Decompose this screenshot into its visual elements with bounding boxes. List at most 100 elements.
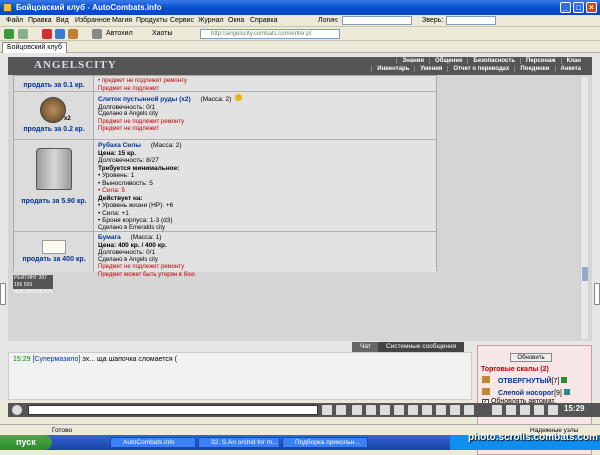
filter-icon[interactable] [352, 405, 362, 415]
item-count: x2 [64, 116, 71, 122]
rating-banner[interactable]: РЕЙТИНГ 397 156 559 mail 184 609 415 [13, 275, 53, 295]
scroll-icon[interactable] [548, 405, 558, 415]
nav-top: Знания Общение Безопасность Персонаж Кла… [396, 58, 586, 64]
sword-icon[interactable] [506, 405, 516, 415]
app-icon [3, 3, 12, 12]
chat-input[interactable] [28, 405, 318, 415]
info-icon[interactable] [235, 94, 243, 101]
menu-help[interactable]: Справка [250, 17, 277, 24]
item-price: Цена: 400 кр. / 400 кр. [98, 241, 167, 249]
sell-button[interactable]: продать за 0.1 кр. [14, 82, 94, 89]
autoheal-button[interactable]: Автохил [106, 30, 133, 37]
nav-skills[interactable]: Умения [414, 66, 447, 72]
loss-note: Предмет может быть утерян в бою [98, 271, 195, 278]
tools-icon[interactable] [92, 29, 102, 39]
tab-fight-club[interactable]: Бойцовский клуб [2, 42, 68, 53]
start-button[interactable]: пуск [0, 435, 52, 450]
game-frame: ANGELSCITY Знания Общение Безопасность П… [8, 57, 592, 341]
task-autocombats[interactable]: AutoCombats.info [110, 437, 196, 448]
login-input[interactable] [342, 16, 412, 25]
item-name[interactable]: Слиток пустынной руды (x2) [98, 96, 191, 103]
left-panel-toggle[interactable] [0, 283, 6, 305]
sell-button[interactable]: продать за 0.2 кр. [14, 126, 94, 133]
req-title: Требуется минимальное: [98, 164, 180, 172]
nav-communication[interactable]: Общение [428, 58, 467, 64]
trade-icon[interactable] [380, 405, 390, 415]
menu-edit[interactable]: Правка [28, 17, 52, 24]
tab-chat[interactable]: Чат [352, 342, 379, 352]
clear-icon[interactable] [336, 405, 346, 415]
sell-button[interactable]: продать за 5.90 кр. [14, 198, 94, 205]
nav-transfers[interactable]: Отчет о переводах [447, 66, 514, 72]
info-icon[interactable] [563, 389, 570, 395]
item-name[interactable]: Бумага [98, 234, 121, 241]
transfer-note: Предмет не подлежит [98, 126, 160, 132]
maximize-button[interactable]: □ [573, 2, 584, 13]
item-made: Сделано в Angels city [98, 256, 158, 263]
back-icon[interactable] [4, 29, 14, 39]
settings-icon[interactable] [408, 405, 418, 415]
inventory-icon[interactable] [464, 405, 474, 415]
sell-button[interactable]: продать за 400 кр. [14, 256, 94, 263]
user-level: [7] [551, 378, 560, 385]
user-name[interactable]: ОТВЕРГНУТЫЙ [498, 378, 552, 385]
menu-favorites[interactable]: Избранное [75, 17, 110, 24]
paper-icon[interactable] [42, 240, 66, 254]
shield-icon[interactable] [520, 405, 530, 415]
task-orchid[interactable]: 32. S.An orchid for m... [198, 437, 280, 448]
inventory-row: продать за 400 кр. Бумага (Масса: 1) Цен… [14, 232, 436, 278]
edit-icon[interactable] [366, 405, 376, 415]
chat-user[interactable]: [Супермазило] [32, 356, 80, 363]
menu-products[interactable]: Продукты [136, 17, 168, 24]
menu-view[interactable]: Вид [56, 17, 69, 24]
map-icon[interactable] [422, 405, 432, 415]
menu-file[interactable]: Файл [6, 17, 23, 24]
menu-windows[interactable]: Окна [228, 17, 244, 24]
refresh-button[interactable]: Обновить [510, 353, 552, 362]
menu-service[interactable]: Сервис [170, 17, 194, 24]
nav-clan[interactable]: Клан [560, 58, 586, 64]
shirt-icon[interactable] [36, 148, 72, 190]
item-name[interactable]: Рубаха Силы [98, 142, 141, 149]
task-podborka[interactable]: Подборка прикольн... [282, 437, 368, 448]
inventory-scrollbar[interactable] [580, 77, 588, 339]
chat-text: эх... ща шапочка сломается ( [82, 356, 177, 363]
face-icon[interactable] [450, 405, 460, 415]
nav-security[interactable]: Безопасность [467, 58, 520, 64]
menu-magic[interactable]: Магия [112, 17, 132, 24]
forward-icon[interactable] [18, 29, 28, 39]
refresh-icon[interactable] [55, 29, 65, 39]
close-button[interactable]: × [586, 2, 597, 13]
right-panel-toggle[interactable] [594, 283, 600, 305]
hand-icon[interactable] [492, 405, 502, 415]
home-icon[interactable] [68, 29, 78, 39]
stop-icon[interactable] [42, 29, 52, 39]
item-durability: Долговечность: 0/1 [98, 103, 156, 111]
minimize-button[interactable]: _ [560, 2, 571, 13]
user-name[interactable]: Слепой носорог [498, 390, 554, 397]
nav-profile[interactable]: Анкета [554, 66, 587, 72]
tab-system-messages[interactable]: Системные сообщения [378, 342, 465, 352]
send-icon[interactable] [322, 405, 332, 415]
scroll-thumb[interactable] [582, 267, 588, 281]
potion-icon[interactable] [534, 405, 544, 415]
nav-inventory[interactable]: Инвентарь [371, 66, 414, 72]
beast-input[interactable] [446, 16, 496, 25]
item-mass: (Масса: 1) [130, 234, 162, 241]
item-info: Бумага (Масса: 1) Цена: 400 кр. / 400 кр… [94, 232, 436, 278]
book-icon[interactable] [436, 405, 446, 415]
nav-knowledge[interactable]: Знания [396, 58, 429, 64]
people-icon[interactable] [394, 405, 404, 415]
chat-input-bar: 15:29 [8, 403, 600, 417]
item-mass: (Масса: 2) [200, 96, 232, 103]
smiley-icon[interactable] [12, 405, 22, 415]
menu-journal[interactable]: Журнал [198, 17, 224, 24]
info-icon[interactable] [561, 377, 568, 383]
nav-fights[interactable]: Поединки [514, 66, 554, 72]
chaos-button[interactable]: Хаоты [152, 30, 173, 37]
item-image-cell [14, 232, 94, 272]
ore-icon[interactable] [40, 97, 66, 123]
nav-character[interactable]: Персонаж [520, 58, 561, 64]
address-bar[interactable]: http://angelscity.combats.com/enter.pl [200, 29, 340, 39]
page-content: ANGELSCITY Знания Общение Безопасность П… [0, 53, 600, 455]
